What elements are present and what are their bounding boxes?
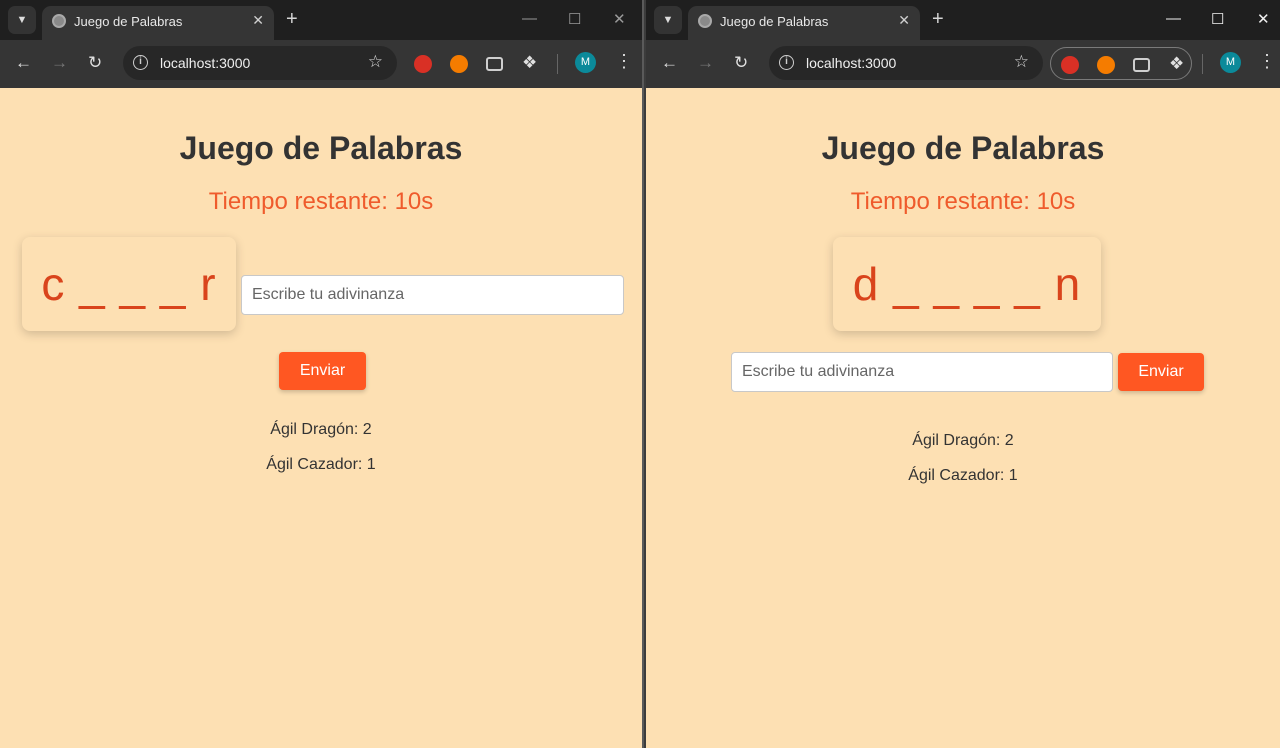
score-entry: Ágil Dragón: 2 [270, 421, 372, 438]
address-url: localhost:3000 [806, 55, 897, 71]
minimize-icon[interactable]: — [1166, 10, 1181, 27]
address-bar[interactable]: i localhost:3000 ☆ [769, 46, 1043, 80]
info-icon[interactable]: i [779, 55, 794, 70]
star-icon[interactable]: ☆ [368, 52, 383, 72]
plus-icon[interactable]: + [932, 8, 944, 30]
globe-icon [698, 14, 712, 28]
kebab-icon[interactable]: ⋮ [1258, 51, 1276, 71]
screen: ▼ Juego de Palabras ✕ + — ☐ ✕ ← → ↻ i lo… [0, 0, 1280, 748]
tab-title: Juego de Palabras [720, 14, 829, 29]
arrow-left-icon[interactable]: ← [661, 53, 678, 73]
tab-bar: ▼ Juego de Palabras ✕ + — ☐ ✕ [0, 0, 642, 40]
address-url: localhost:3000 [160, 55, 251, 71]
window-extension-icon[interactable] [486, 57, 503, 71]
tab-active[interactable]: Juego de Palabras ✕ [688, 6, 920, 40]
window-close-icon[interactable]: ✕ [1257, 10, 1270, 28]
window-extension-icon[interactable] [1133, 58, 1150, 72]
toolbar-divider [1202, 54, 1203, 74]
arrow-right-icon[interactable]: → [51, 53, 68, 73]
word-card: d _ _ _ _ n [833, 237, 1101, 331]
chevron-down-icon[interactable]: ▼ [8, 6, 36, 34]
score-entry: Ágil Cazador: 1 [908, 467, 1018, 484]
window-close-icon[interactable]: ✕ [613, 10, 626, 28]
close-icon[interactable]: ✕ [898, 12, 910, 29]
reload-icon[interactable]: ↻ [734, 53, 748, 73]
browser-window-left: ▼ Juego de Palabras ✕ + — ☐ ✕ ← → ↻ i lo… [0, 0, 644, 748]
puzzle-icon[interactable]: ❖ [522, 53, 537, 73]
extensions-group: ❖ [1050, 47, 1192, 80]
reload-icon[interactable]: ↻ [88, 53, 102, 73]
page-content: Juego de Palabras Tiempo restante: 10s d… [646, 88, 1280, 748]
stop-extension-icon[interactable] [1061, 56, 1079, 74]
score-entry: Ágil Dragón: 2 [912, 432, 1014, 449]
orange-extension-icon[interactable] [450, 55, 468, 73]
chevron-down-icon[interactable]: ▼ [654, 6, 682, 34]
avatar[interactable]: M [1220, 52, 1241, 73]
kebab-icon[interactable]: ⋮ [615, 51, 633, 71]
browser-window-right: ▼ Juego de Palabras ✕ + — ☐ ✕ ← → ↻ i lo… [646, 0, 1280, 748]
extensions-group: ❖ [404, 47, 546, 80]
avatar[interactable]: M [575, 52, 596, 73]
send-button[interactable]: Enviar [1118, 353, 1204, 391]
guess-input[interactable] [241, 275, 624, 315]
puzzle-icon[interactable]: ❖ [1169, 54, 1184, 74]
globe-icon [52, 14, 66, 28]
score-entry: Ágil Cazador: 1 [266, 456, 376, 473]
info-icon[interactable]: i [133, 55, 148, 70]
timer-text: Tiempo restante: 10s [850, 188, 1076, 215]
toolbar-divider [557, 54, 558, 74]
tab-bar: ▼ Juego de Palabras ✕ + — ☐ ✕ [646, 0, 1280, 40]
star-icon[interactable]: ☆ [1014, 52, 1029, 72]
orange-extension-icon[interactable] [1097, 56, 1115, 74]
tab-title: Juego de Palabras [74, 14, 183, 29]
word-card: c _ _ _ r [22, 237, 236, 331]
tab-active[interactable]: Juego de Palabras ✕ [42, 6, 274, 40]
timer-text: Tiempo restante: 10s [208, 188, 434, 215]
send-button[interactable]: Enviar [279, 352, 366, 390]
guess-input[interactable] [731, 352, 1113, 392]
arrow-left-icon[interactable]: ← [15, 53, 32, 73]
minimize-icon[interactable]: — [522, 10, 537, 27]
toolbar: ← → ↻ i localhost:3000 ☆ ❖ M ⋮ [0, 40, 642, 88]
maximize-icon[interactable]: ☐ [1211, 10, 1224, 28]
arrow-right-icon[interactable]: → [697, 53, 714, 73]
stop-extension-icon[interactable] [414, 55, 432, 73]
plus-icon[interactable]: + [286, 8, 298, 30]
maximize-icon[interactable]: ☐ [568, 10, 581, 28]
close-icon[interactable]: ✕ [252, 12, 264, 29]
address-bar[interactable]: i localhost:3000 ☆ [123, 46, 397, 80]
page-content: Juego de Palabras Tiempo restante: 10s c… [0, 88, 642, 748]
toolbar: ← → ↻ i localhost:3000 ☆ ❖ M ⋮ [646, 40, 1280, 88]
page-title: Juego de Palabras [821, 130, 1105, 166]
page-title: Juego de Palabras [179, 130, 463, 166]
